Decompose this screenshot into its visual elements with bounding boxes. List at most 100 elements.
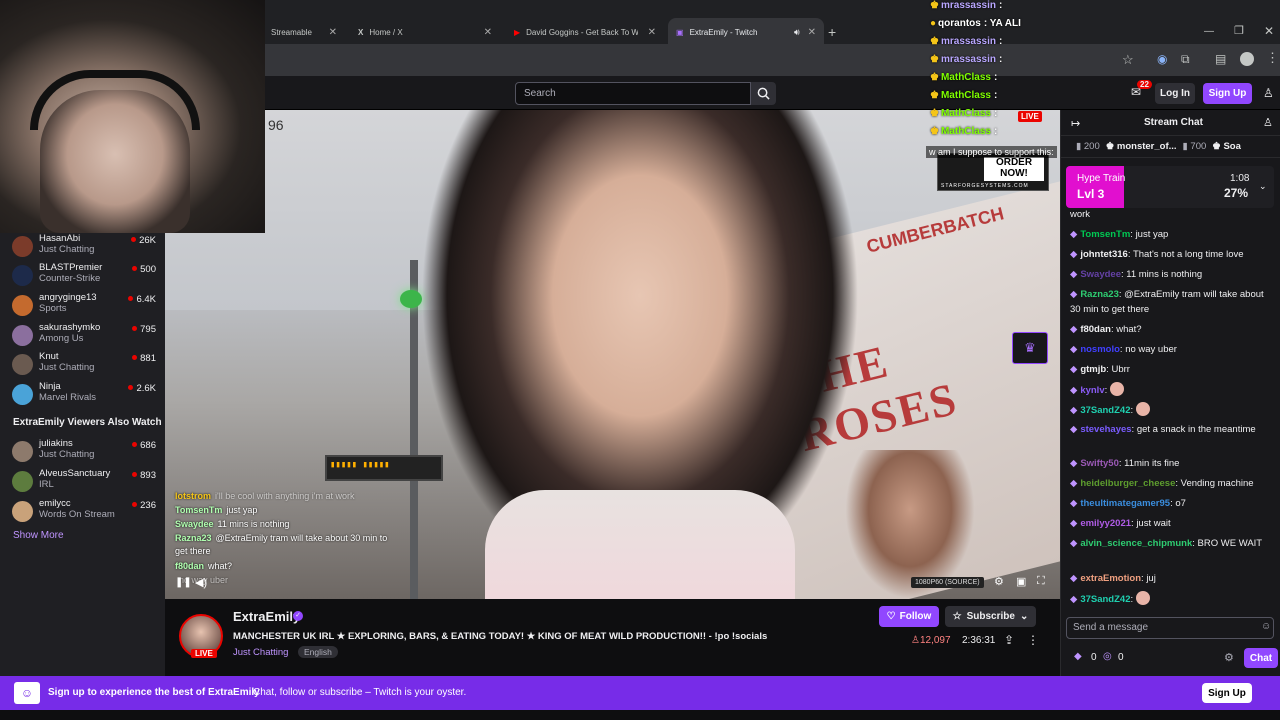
channel-name: angryginge13	[39, 292, 97, 303]
signup-button[interactable]: Sign Up	[1203, 83, 1252, 104]
sidebar-channel[interactable]: HasanAbi Just Chatting 26K	[12, 233, 162, 263]
search-button[interactable]	[751, 82, 776, 105]
chat-username[interactable]: extraEmotion	[1080, 573, 1141, 584]
chat-message: ◆ f80dan: what?	[1070, 322, 1275, 337]
overlay-chat-line: ♚ mrassassin:	[930, 36, 1002, 47]
badge-icon: ♚	[930, 72, 939, 83]
banner-headline: Sign up to experience the best of ExtraE…	[48, 687, 260, 698]
user-menu-icon[interactable]: ♙	[1263, 86, 1274, 100]
chat-username[interactable]: theultimategamer95	[1080, 498, 1170, 509]
chat-username[interactable]: kynlv	[1080, 385, 1104, 396]
chat-username[interactable]: johntet316	[1080, 249, 1128, 260]
uptime: 2:36:31	[962, 635, 996, 646]
close-icon[interactable]: ✕	[484, 27, 492, 38]
close-icon[interactable]: ✕	[808, 27, 816, 38]
theater-mode-icon[interactable]: ▣	[1016, 575, 1026, 588]
extension-icon[interactable]: ◉	[1157, 52, 1167, 66]
gift-leaderboard[interactable]: ▮ 200 ♚ monster_of... ▮ 700 ♚ Soa	[1060, 135, 1280, 158]
tab-title: Home / X	[369, 27, 403, 37]
profile-avatar[interactable]	[1240, 52, 1254, 66]
also-watch-channel[interactable]: AlveusSanctuary IRL 893	[12, 468, 162, 498]
sidebar-channel[interactable]: sakurashymko Among Us 795	[12, 322, 162, 352]
chat-send-button[interactable]: Chat	[1244, 648, 1278, 668]
close-icon[interactable]: ✕	[329, 27, 337, 38]
community-icon[interactable]: ♙	[1263, 116, 1273, 129]
chat-settings-icon[interactable]: ⚙	[1224, 651, 1234, 664]
pause-icon[interactable]: ❚❚	[175, 577, 192, 588]
chat-username[interactable]: heidelburger_cheese	[1080, 478, 1175, 489]
stream-category[interactable]: Just Chatting	[233, 647, 288, 658]
close-icon[interactable]: ✕	[648, 27, 656, 38]
user-badge-icon: ◆	[1070, 289, 1078, 300]
puzzle-icon[interactable]: ⧉	[1181, 52, 1190, 67]
chat-input[interactable]: Send a message	[1066, 617, 1274, 639]
crown-icon[interactable]: ♛	[1012, 332, 1048, 364]
overlay-chat-user: qorantos	[938, 18, 981, 29]
overlay-chat-line: ● qorantos: YA ALI	[930, 18, 1021, 29]
channel-name[interactable]: ExtraEmily	[233, 609, 300, 624]
chat-username[interactable]: 37SandZ42	[1080, 405, 1130, 416]
chat-username[interactable]: Razna23	[1080, 289, 1119, 300]
sidebar-icon[interactable]: ▤	[1215, 52, 1226, 66]
video-player[interactable]: THE ROSES CUMBERBATCH ▮▮▮▮▮ ▮▮▮▮▮ 96 ♛ O…	[165, 110, 1060, 599]
channel-name: Ninja	[39, 381, 61, 392]
chat-username[interactable]: f80dan	[1080, 324, 1111, 335]
video-chat-text: 11 mins is nothing	[217, 519, 290, 529]
hype-train-title: Hype Train	[1077, 173, 1126, 184]
window-close-icon[interactable]: ✕	[1264, 24, 1274, 38]
sidebar-channel[interactable]: Ninja Marvel Rivals 2.6K	[12, 381, 162, 411]
sidebar-channel[interactable]: Knut Just Chatting 881	[12, 351, 162, 381]
follow-button[interactable]: ♡ Follow	[879, 606, 939, 627]
settings-icon[interactable]: ⚙	[994, 575, 1004, 588]
menu-icon[interactable]: ⋮	[1266, 50, 1279, 66]
maximize-icon[interactable]: ❐	[1234, 24, 1244, 37]
chat-message: work	[1070, 207, 1275, 222]
bookmark-star-icon[interactable]: ☆	[1122, 52, 1134, 68]
volume-icon[interactable]: ◀)	[195, 576, 207, 589]
chat-username[interactable]: Swifty50	[1080, 458, 1119, 469]
tab-x[interactable]: X Home / X ✕	[350, 18, 500, 46]
banner-signup-button[interactable]: Sign Up	[1202, 683, 1252, 703]
user-badge-icon: ◆	[1070, 424, 1078, 435]
emote-picker-icon[interactable]: ☺	[1261, 621, 1271, 632]
green-lamp	[400, 290, 422, 308]
minimize-icon[interactable]: —	[1204, 26, 1214, 37]
speaker-icon[interactable]: 🔊︎	[794, 27, 800, 38]
sidebar-channel[interactable]: BLASTPremier Counter-Strike 500	[12, 262, 162, 292]
channel-points-icon[interactable]: ◎	[1103, 651, 1112, 662]
login-button[interactable]: Log In	[1155, 83, 1195, 104]
chat-username[interactable]: TomsenTm	[1080, 229, 1130, 240]
chat-username[interactable]: gtmjb	[1080, 364, 1106, 375]
emote-icon	[1109, 382, 1124, 396]
chat-username[interactable]: alvin_science_chipmunk	[1080, 538, 1192, 549]
chat-username[interactable]: Swaydee	[1080, 269, 1121, 280]
chat-username[interactable]: emilyy2021	[1080, 518, 1131, 529]
tab-streamable[interactable]: Streamable ✕	[263, 18, 345, 46]
chevron-down-icon[interactable]: ⌄	[1259, 181, 1267, 192]
show-more-link[interactable]: Show More	[13, 530, 64, 541]
channel-name: BLASTPremier	[39, 262, 103, 273]
tag-english[interactable]: English	[298, 646, 338, 658]
bits-icon[interactable]: ◆	[1074, 651, 1082, 662]
chat-username[interactable]: 37SandZ42	[1080, 594, 1130, 605]
video-chat-line: no way uber	[175, 574, 390, 587]
share-icon[interactable]: ⇪	[1004, 633, 1014, 647]
chat-username[interactable]: stevehayes	[1080, 424, 1131, 435]
subscribe-button[interactable]: ☆ Subscribe ⌄	[945, 606, 1036, 627]
chat-username[interactable]: nosmolo	[1080, 344, 1120, 355]
viewer-count: 795	[132, 324, 156, 335]
new-tab-button[interactable]: +	[828, 24, 836, 40]
fullscreen-icon[interactable]: ⛶	[1037, 575, 1045, 588]
live-badge: LIVE	[191, 649, 217, 658]
gift-amount: ▮ 700	[1182, 141, 1207, 152]
search-input[interactable]: Search	[515, 82, 751, 105]
tab-twitch[interactable]: ▣ ExtraEmily - Twitch 🔊︎ ✕	[668, 18, 824, 46]
also-watch-channel[interactable]: juliakins Just Chatting 686	[12, 438, 162, 468]
badge-icon: ♚	[930, 36, 939, 47]
sidebar-channel[interactable]: angryginge13 Sports 6.4K	[12, 292, 162, 322]
tab-goggins[interactable]: ▶ David Goggins - Get Back To W ✕	[506, 18, 664, 46]
avatar	[12, 325, 33, 346]
also-watch-channel[interactable]: emilycc Words On Stream 236	[12, 498, 162, 528]
more-options-icon[interactable]: ⋮	[1027, 633, 1039, 647]
collapse-chat-icon[interactable]: ↦	[1071, 117, 1080, 130]
